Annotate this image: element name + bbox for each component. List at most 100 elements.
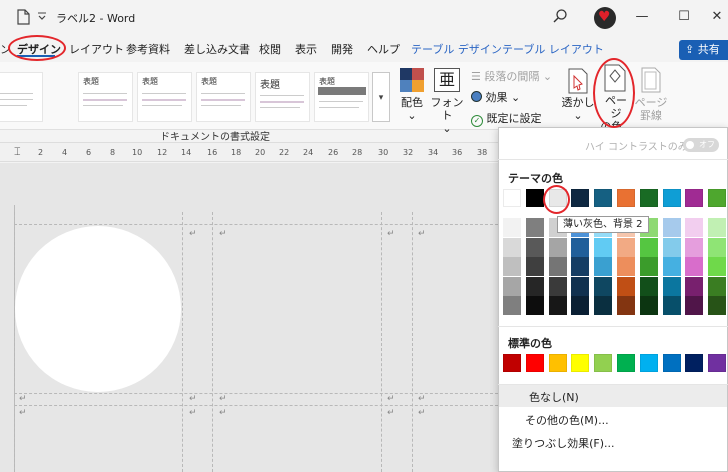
theme-shade-swatch[interactable] xyxy=(685,276,703,296)
standard-color-swatch[interactable] xyxy=(571,354,589,372)
watermark-button[interactable]: 透かし ⌄ xyxy=(561,96,595,122)
theme-shade-swatch[interactable] xyxy=(663,276,681,296)
theme-shade-swatch[interactable] xyxy=(526,276,544,296)
theme-shade-swatch[interactable] xyxy=(549,237,567,257)
theme-shade-swatch[interactable] xyxy=(708,237,726,257)
theme-color-swatch[interactable] xyxy=(571,189,589,207)
theme-color-swatch[interactable] xyxy=(503,189,521,207)
standard-color-swatch[interactable] xyxy=(503,354,521,372)
theme-shade-swatch[interactable] xyxy=(549,257,567,276)
standard-color-swatch[interactable] xyxy=(663,354,681,372)
customize-quick-access-icon[interactable] xyxy=(37,11,47,21)
theme-shade-swatch[interactable] xyxy=(685,237,703,257)
theme-color-swatch[interactable] xyxy=(617,189,635,207)
tab-table-layout[interactable]: テーブル レイアウト xyxy=(502,41,604,57)
theme-shade-swatch[interactable] xyxy=(617,257,635,276)
theme-shade-swatch[interactable] xyxy=(526,237,544,257)
page-borders-button[interactable]: ページ 罫線 xyxy=(634,96,668,122)
theme-shade-swatch[interactable] xyxy=(571,257,589,276)
maximize-button[interactable]: ☐ xyxy=(672,6,696,28)
standard-color-swatch[interactable] xyxy=(640,354,658,372)
share-button[interactable]: ⇪ 共有 xyxy=(679,40,728,60)
close-button[interactable]: ✕ xyxy=(705,6,728,28)
theme-colors-button[interactable]: 配色 ⌄ xyxy=(398,96,426,122)
style-set-thumbnail[interactable]: 表題 xyxy=(78,72,133,122)
theme-shade-swatch[interactable] xyxy=(594,257,612,276)
theme-shade-swatch[interactable] xyxy=(526,296,544,315)
theme-shade-swatch[interactable] xyxy=(640,296,658,315)
theme-shade-swatch[interactable] xyxy=(503,276,521,296)
minimize-button[interactable]: — xyxy=(630,6,654,28)
tab-developer[interactable]: 開発 xyxy=(331,41,353,57)
theme-shade-swatch[interactable] xyxy=(571,296,589,315)
theme-shade-swatch[interactable] xyxy=(549,296,567,315)
standard-color-swatch[interactable] xyxy=(594,354,612,372)
theme-shade-swatch[interactable] xyxy=(685,257,703,276)
theme-shade-swatch[interactable] xyxy=(640,257,658,276)
gallery-more-button[interactable]: ▾ xyxy=(372,72,390,122)
theme-shade-swatch[interactable] xyxy=(594,276,612,296)
theme-shade-swatch[interactable] xyxy=(708,296,726,315)
indent-marker-icon[interactable]: ⌶ xyxy=(14,145,21,159)
new-document-icon[interactable] xyxy=(16,9,30,25)
tab-help[interactable]: ヘルプ xyxy=(367,41,400,57)
theme-shade-swatch[interactable] xyxy=(663,218,681,237)
theme-shade-swatch[interactable] xyxy=(640,237,658,257)
theme-shade-swatch[interactable] xyxy=(503,296,521,315)
theme-shade-swatch[interactable] xyxy=(503,237,521,257)
theme-color-swatch[interactable] xyxy=(594,189,612,207)
tab-review[interactable]: 校閲 xyxy=(259,41,281,57)
paragraph-spacing-button[interactable]: ☰ 段落の間隔 ⌄ xyxy=(471,68,552,84)
style-set-thumbnail[interactable] xyxy=(0,72,43,122)
white-circle-shape[interactable] xyxy=(15,226,181,392)
theme-color-swatch[interactable] xyxy=(708,189,726,207)
theme-shade-swatch[interactable] xyxy=(640,276,658,296)
theme-color-swatch[interactable] xyxy=(526,189,544,207)
style-set-thumbnail[interactable]: 表題 xyxy=(255,72,310,122)
theme-shade-swatch[interactable] xyxy=(617,237,635,257)
theme-color-swatch[interactable] xyxy=(663,189,681,207)
theme-shade-swatch[interactable] xyxy=(617,276,635,296)
style-set-thumbnail[interactable]: 表題 xyxy=(137,72,192,122)
tab-previous-partial[interactable]: ン xyxy=(0,41,11,57)
style-set-thumbnail[interactable]: 表題 xyxy=(314,72,369,122)
theme-shade-swatch[interactable] xyxy=(708,257,726,276)
theme-fonts-button[interactable]: フォント ⌄ xyxy=(430,96,464,135)
theme-shade-swatch[interactable] xyxy=(663,257,681,276)
standard-color-swatch[interactable] xyxy=(526,354,544,372)
theme-shade-swatch[interactable] xyxy=(594,237,612,257)
theme-shade-swatch[interactable] xyxy=(594,296,612,315)
theme-shade-swatch[interactable] xyxy=(617,296,635,315)
theme-shade-swatch[interactable] xyxy=(526,257,544,276)
theme-shade-swatch[interactable] xyxy=(685,296,703,315)
tab-layout[interactable]: レイアウト xyxy=(69,41,124,57)
theme-shade-swatch[interactable] xyxy=(685,218,703,237)
more-colors-menu-item[interactable]: その他の色(M)... xyxy=(525,412,609,428)
tab-view[interactable]: 表示 xyxy=(295,41,317,57)
theme-shade-swatch[interactable] xyxy=(526,218,544,237)
standard-color-swatch[interactable] xyxy=(708,354,726,372)
user-avatar[interactable]: ♥ xyxy=(594,7,616,29)
tab-mailings[interactable]: 差し込み文書 xyxy=(184,41,250,57)
standard-color-swatch[interactable] xyxy=(685,354,703,372)
standard-color-swatch[interactable] xyxy=(549,354,567,372)
set-default-button[interactable]: ✓ 既定に設定 xyxy=(471,110,542,127)
theme-shade-swatch[interactable] xyxy=(663,237,681,257)
theme-shade-swatch[interactable] xyxy=(503,218,521,237)
standard-color-swatch[interactable] xyxy=(617,354,635,372)
effects-button[interactable]: 効果 ⌄ xyxy=(471,89,520,105)
theme-color-swatch[interactable] xyxy=(685,189,703,207)
theme-color-swatch[interactable] xyxy=(640,189,658,207)
theme-color-swatch[interactable] xyxy=(549,189,567,207)
theme-shade-swatch[interactable] xyxy=(708,218,726,237)
theme-shade-swatch[interactable] xyxy=(571,276,589,296)
theme-shade-swatch[interactable] xyxy=(503,257,521,276)
theme-shade-swatch[interactable] xyxy=(571,237,589,257)
tab-references[interactable]: 参考資料 xyxy=(126,41,170,57)
theme-shade-swatch[interactable] xyxy=(708,276,726,296)
theme-shade-swatch[interactable] xyxy=(663,296,681,315)
search-icon[interactable] xyxy=(552,8,568,24)
theme-shade-swatch[interactable] xyxy=(549,276,567,296)
fill-effects-menu-item[interactable]: 塗りつぶし効果(F)... xyxy=(512,435,615,451)
tab-table-design[interactable]: テーブル デザイン xyxy=(411,41,502,57)
